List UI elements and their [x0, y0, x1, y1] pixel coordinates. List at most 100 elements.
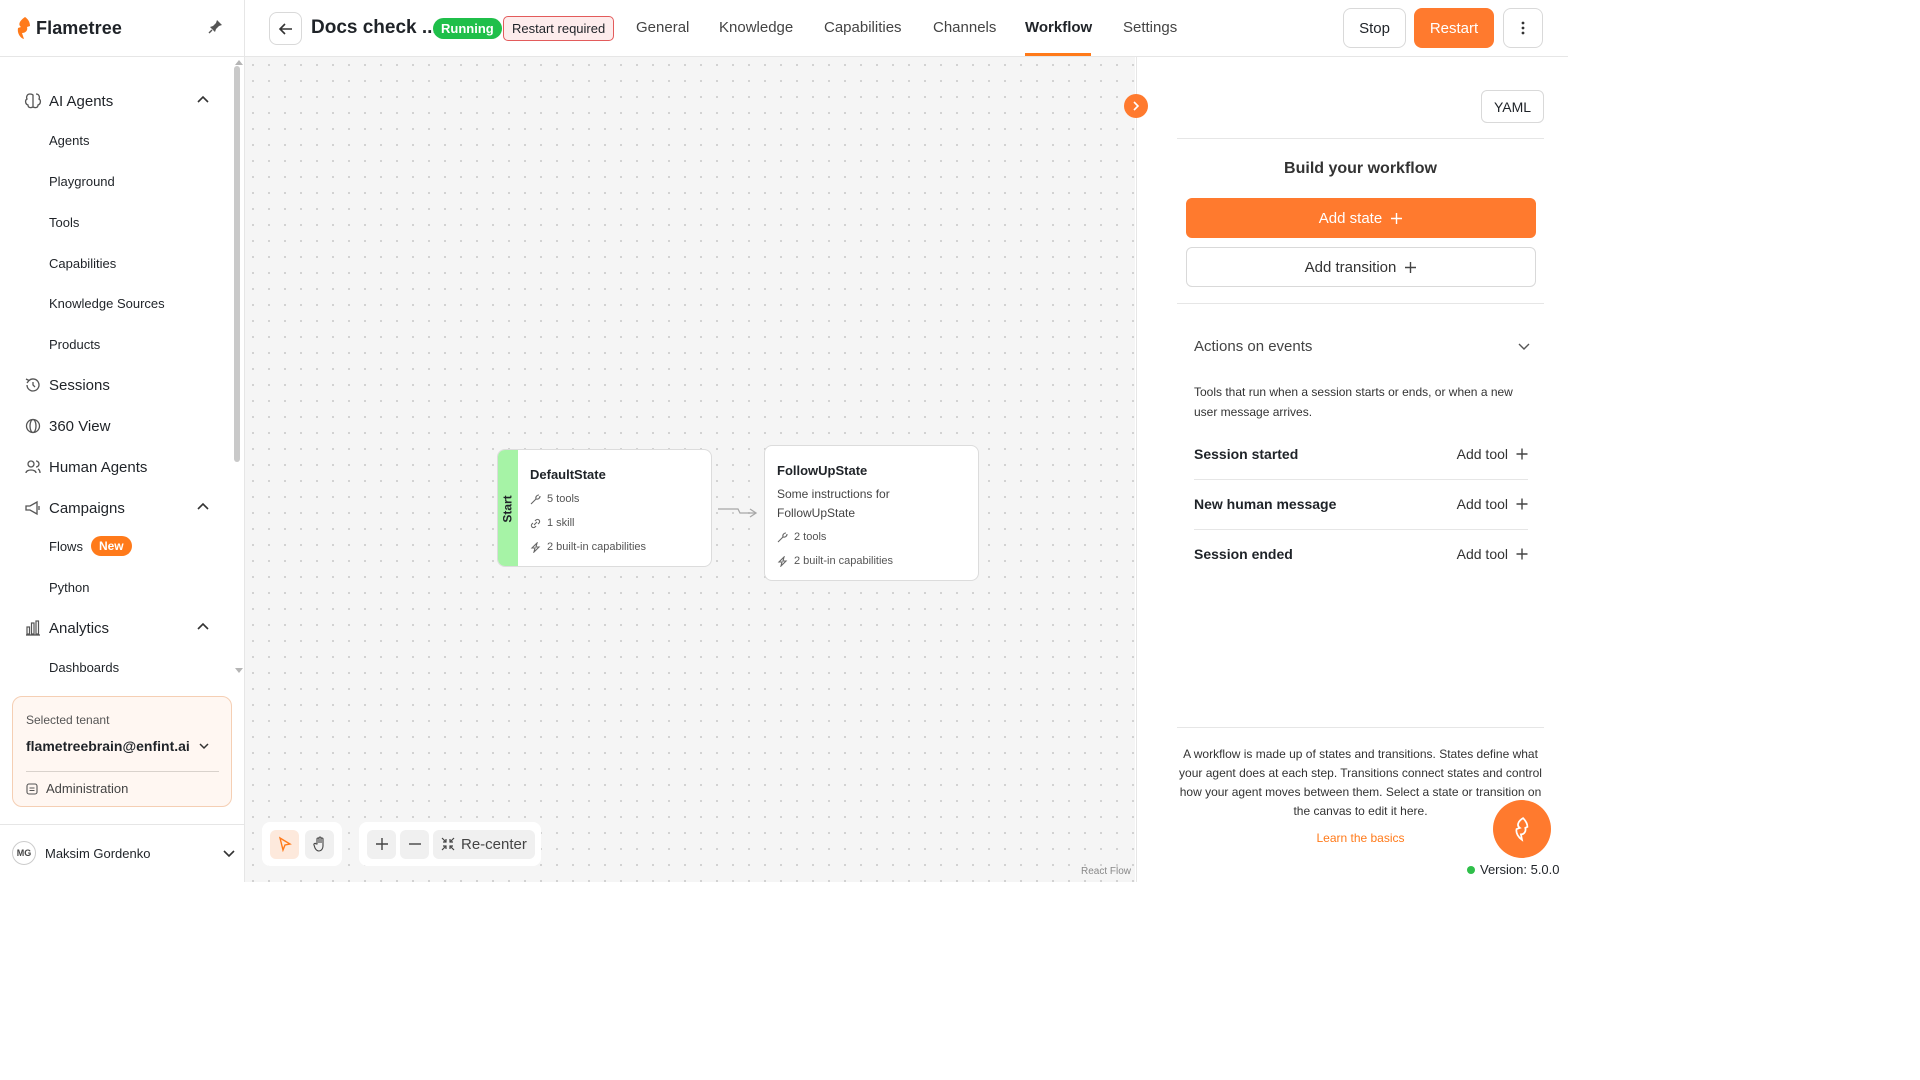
more-options-button[interactable]	[1503, 8, 1543, 48]
compress-icon	[441, 837, 455, 851]
yaml-button[interactable]: YAML	[1481, 90, 1544, 123]
bolt-icon	[777, 555, 788, 567]
restart-button[interactable]: Restart	[1414, 8, 1494, 48]
node-title: DefaultState	[530, 467, 606, 482]
chevron-up-icon[interactable]	[196, 93, 210, 107]
tab-general[interactable]: General	[636, 19, 689, 36]
scroll-up-arrow-icon[interactable]	[235, 60, 243, 65]
user-menu[interactable]: MG Maksim Gordenko	[12, 840, 236, 866]
chevron-right-icon	[1131, 101, 1141, 111]
tab-channels[interactable]: Channels	[933, 19, 996, 36]
back-button[interactable]	[269, 12, 302, 45]
sidebar-item-python[interactable]: Python	[49, 574, 219, 600]
zoom-out-button[interactable]	[400, 829, 429, 859]
chevron-up-icon[interactable]	[196, 500, 210, 514]
tenant-value: flametreebrain@enfint.ai	[26, 738, 190, 754]
restart-required-badge: Restart required	[503, 16, 615, 41]
hand-icon	[312, 836, 328, 852]
add-tool-label: Add tool	[1456, 546, 1508, 562]
sidebar-item-knowledge-sources[interactable]: Knowledge Sources	[49, 290, 219, 316]
react-flow-attribution[interactable]: React Flow	[1081, 866, 1131, 877]
sidebar-item-human-agents[interactable]: Human Agents	[24, 454, 220, 480]
workflow-panel: YAML Build your workflow Add state Add t…	[1136, 57, 1568, 882]
canvas-mode-toolbar	[262, 822, 342, 866]
sidebar-item-flows[interactable]: Flows New	[49, 533, 219, 559]
nav-group-label: Campaigns	[49, 499, 125, 517]
actions-on-events-toggle[interactable]: Actions on events	[1194, 335, 1530, 357]
add-tool-label: Add tool	[1456, 446, 1508, 462]
learn-the-basics-link[interactable]: Learn the basics	[1177, 831, 1544, 845]
add-tool-button[interactable]: Add tool	[1457, 446, 1528, 462]
tab-capabilities[interactable]: Capabilities	[824, 19, 902, 36]
sidebar-item-agents[interactable]: Agents	[49, 127, 219, 153]
active-tab-indicator	[1025, 53, 1091, 56]
pin-sidebar-icon[interactable]	[204, 14, 228, 38]
state-node-default[interactable]: Start DefaultState 5 tools 1 skill 2 bui…	[497, 449, 712, 567]
plus-icon	[375, 837, 389, 851]
minus-icon	[408, 837, 422, 851]
tab-workflow[interactable]: Workflow	[1025, 19, 1092, 36]
tenant-selector[interactable]: flametreebrain@enfint.ai	[26, 738, 210, 754]
recenter-button[interactable]: Re-center	[433, 829, 535, 859]
status-dot	[1467, 865, 1475, 874]
recenter-label: Re-center	[461, 835, 527, 853]
add-state-button[interactable]: Add state	[1186, 198, 1536, 238]
add-transition-button[interactable]: Add transition	[1186, 247, 1536, 287]
event-row-new-human-message: New human message Add tool	[1194, 493, 1528, 515]
brand-logo[interactable]: Flametree	[16, 14, 122, 42]
plus-icon	[1390, 212, 1403, 225]
actions-title: Actions on events	[1194, 337, 1313, 355]
nav-group-ai-agents[interactable]: AI Agents	[24, 88, 220, 114]
sidebar-item-label: Flows	[49, 538, 83, 554]
top-bar: Docs check ... Running Restart required …	[245, 0, 1568, 57]
flame-logo-icon	[16, 16, 32, 40]
divider	[1177, 303, 1544, 304]
node-title: FollowUpState	[777, 463, 868, 478]
collapse-panel-button[interactable]	[1124, 94, 1148, 118]
users-icon	[24, 458, 42, 476]
sidebar-item-360-view[interactable]: 360 View	[24, 413, 220, 439]
event-name: New human message	[1194, 496, 1337, 512]
plus-icon	[1404, 261, 1417, 274]
bar-chart-icon	[24, 619, 42, 637]
page-title: Docs check ...	[311, 17, 438, 38]
node-tools-line: 2 tools	[777, 531, 826, 543]
stop-button[interactable]: Stop	[1343, 8, 1406, 48]
state-node-followup[interactable]: FollowUpState Some instructions for Foll…	[764, 445, 979, 581]
pan-tool-button[interactable]	[305, 829, 334, 859]
sidebar-item-playground[interactable]: Playground	[49, 168, 219, 194]
sidebar-item-tools[interactable]: Tools	[49, 209, 219, 235]
scroll-down-arrow-icon[interactable]	[235, 668, 243, 673]
sidebar-item-products[interactable]: Products	[49, 331, 219, 357]
avatar: MG	[12, 841, 36, 865]
zoom-in-button[interactable]	[367, 829, 396, 859]
chevron-down-icon	[1518, 340, 1530, 352]
add-tool-button[interactable]: Add tool	[1457, 546, 1528, 562]
node-capabilities-line: 2 built-in capabilities	[530, 541, 646, 553]
sidebar-scrollbar[interactable]	[234, 66, 240, 462]
administration-label: Administration	[46, 781, 129, 796]
divider	[0, 56, 244, 57]
add-tool-button[interactable]: Add tool	[1457, 496, 1528, 512]
admin-icon	[26, 782, 38, 795]
chevron-up-icon[interactable]	[196, 620, 210, 634]
tab-knowledge[interactable]: Knowledge	[719, 19, 793, 36]
select-tool-button[interactable]	[270, 829, 299, 859]
chevron-down-icon	[198, 740, 210, 752]
event-row-session-started: Session started Add tool	[1194, 443, 1528, 465]
administration-link[interactable]: Administration	[26, 781, 128, 796]
nav-label: Human Agents	[49, 458, 148, 476]
transition-edge[interactable]	[716, 502, 762, 522]
nav-group-label: Analytics	[49, 619, 110, 637]
plus-icon	[1516, 498, 1528, 510]
sidebar-item-sessions[interactable]: Sessions	[24, 372, 220, 398]
sidebar-item-capabilities[interactable]: Capabilities	[49, 250, 219, 276]
node-line-text: 2 tools	[794, 531, 827, 543]
nav-group-campaigns[interactable]: Campaigns	[24, 495, 220, 521]
brain-icon	[24, 92, 42, 110]
sidebar-item-dashboards[interactable]: Dashboards	[49, 654, 219, 680]
chat-assistant-button[interactable]	[1493, 800, 1551, 858]
nav-group-analytics[interactable]: Analytics	[24, 615, 220, 641]
tab-settings[interactable]: Settings	[1123, 19, 1177, 36]
sidebar: Flametree AI Agents Agents Playground To…	[0, 0, 245, 882]
